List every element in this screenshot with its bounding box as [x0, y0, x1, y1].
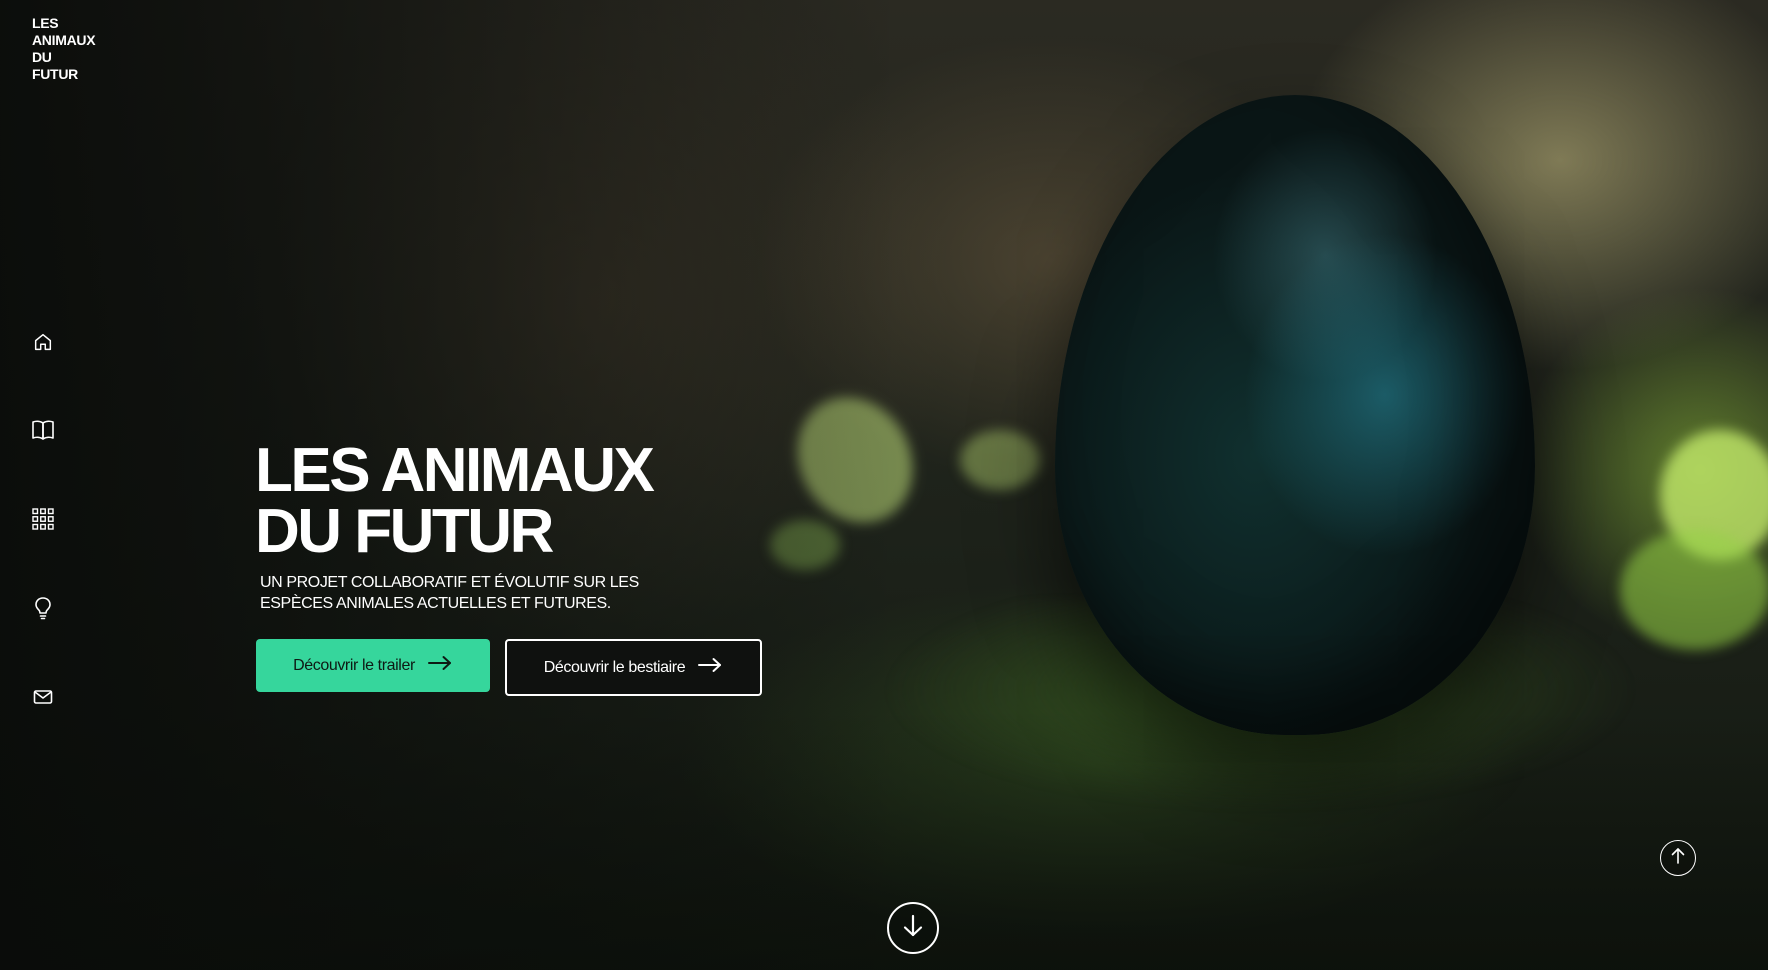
hero-title-line-2: DU FUTUR: [255, 497, 554, 566]
sidebar: LES ANIMAUX DU FUTUR: [0, 0, 96, 970]
logo-line-1: LES ANIMAUX: [32, 15, 96, 48]
site-logo[interactable]: LES ANIMAUX DU FUTUR: [32, 15, 96, 83]
arrow-up-icon: [1670, 847, 1686, 870]
hero-title: LES ANIMAUX DU FUTUR: [255, 436, 655, 566]
hero-title-line-1: LES ANIMAUX: [255, 436, 655, 505]
hero-subtitle-line-2: ESPÈCES ANIMALES ACTUELLES ET FUTURES.: [260, 595, 611, 612]
sidebar-item-grid[interactable]: [26, 502, 60, 536]
discover-bestiary-button[interactable]: Découvrir le bestiaire: [505, 639, 762, 696]
sidebar-item-book[interactable]: [26, 413, 60, 447]
arrow-right-icon: [697, 657, 723, 678]
scroll-down-button[interactable]: [887, 902, 939, 954]
discover-trailer-button[interactable]: Découvrir le trailer: [256, 639, 490, 692]
home-icon: [32, 331, 54, 353]
lightbulb-icon: [33, 596, 53, 620]
logo-line-2: DU FUTUR: [32, 49, 78, 82]
hero-subtitle-line-1: UN PROJET COLLABORATIF ET ÉVOLUTIF SUR L…: [260, 574, 639, 591]
mail-icon: [33, 689, 53, 705]
discover-trailer-label: Découvrir le trailer: [293, 656, 415, 674]
sidebar-item-contact[interactable]: [26, 680, 60, 714]
grid-icon: [32, 508, 54, 530]
book-icon: [31, 419, 55, 441]
back-to-top-button[interactable]: [1660, 840, 1696, 876]
discover-bestiary-label: Découvrir le bestiaire: [543, 658, 686, 676]
arrow-down-icon: [901, 913, 925, 944]
arrow-right-icon: [427, 655, 453, 676]
hero-subtitle: UN PROJET COLLABORATIF ET ÉVOLUTIF SUR L…: [260, 572, 639, 614]
sidebar-item-home[interactable]: [26, 325, 60, 359]
sidebar-item-ideas[interactable]: [26, 591, 60, 625]
